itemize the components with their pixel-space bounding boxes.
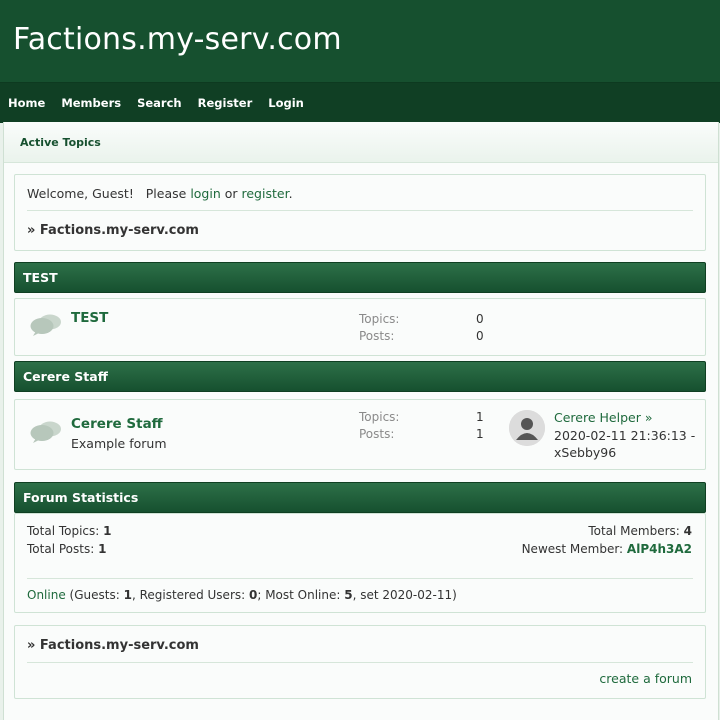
or-text: or	[220, 186, 242, 201]
last-post-arrow-icon[interactable]: »	[645, 410, 653, 425]
online-link[interactable]: Online	[27, 588, 66, 602]
site-title[interactable]: Factions.my-serv.com	[13, 22, 342, 57]
total-topics-label: Total Topics:	[27, 524, 104, 538]
most-online-date: , set 2020-02-11)	[352, 588, 457, 602]
speech-bubbles-icon	[30, 313, 62, 341]
forum-title-test[interactable]: TEST	[71, 310, 108, 326]
forum-title-cerere-staff[interactable]: Cerere Staff	[71, 416, 163, 432]
active-topics-link[interactable]: Active Topics	[20, 136, 101, 149]
total-topics-value: 1	[103, 524, 112, 538]
nav-login[interactable]: Login	[268, 96, 304, 110]
create-forum-link[interactable]: create a forum	[599, 671, 692, 686]
statistics-header: Forum Statistics	[14, 482, 706, 513]
nav-search[interactable]: Search	[137, 96, 182, 110]
newest-member-label: Newest Member:	[521, 542, 627, 556]
speech-bubbles-icon	[30, 420, 62, 448]
nav-register[interactable]: Register	[198, 96, 253, 110]
register-link[interactable]: register	[242, 186, 289, 201]
topics-label: Topics:	[359, 410, 400, 424]
forum-path[interactable]: » Factions.my-serv.com	[27, 223, 199, 238]
breadcrumb: Active Topics	[4, 122, 718, 163]
guests-label: (Guests:	[65, 588, 124, 602]
newest-member: Newest Member: AlP4h3A2	[522, 542, 692, 556]
total-posts-label: Total Posts:	[27, 542, 99, 556]
category-header-test[interactable]: TEST	[14, 262, 706, 293]
welcome-message: Welcome, Guest! Please login or register…	[27, 186, 293, 201]
main-content: Active Topics Welcome, Guest! Please log…	[3, 122, 719, 720]
last-post-title[interactable]: Cerere Helper	[554, 410, 641, 425]
posts-label: Posts:	[359, 329, 395, 343]
total-posts: Total Posts: 1	[27, 542, 106, 556]
category-header-cerere-staff[interactable]: Cerere Staff	[14, 361, 706, 392]
login-link[interactable]: login	[190, 186, 220, 201]
forum-description: Example forum	[71, 436, 167, 451]
total-members-label: Total Members:	[588, 524, 684, 538]
last-post-link[interactable]: Cerere Helper »	[554, 410, 652, 425]
main-nav: Home Members Search Register Login	[0, 82, 720, 123]
most-online-count: 5	[344, 588, 353, 602]
total-topics: Total Topics: 1	[27, 524, 112, 538]
posts-count: 0	[476, 329, 484, 343]
divider	[27, 578, 693, 579]
footer-forum-path[interactable]: » Factions.my-serv.com	[27, 638, 199, 653]
footer-box: » Factions.my-serv.com create a forum	[14, 625, 706, 699]
divider	[27, 662, 693, 663]
default-user-avatar-icon[interactable]	[509, 410, 545, 446]
most-online-label: ; Most Online:	[257, 588, 345, 602]
welcome-text: Welcome, Guest! Please	[27, 186, 191, 201]
topics-label: Topics:	[359, 312, 400, 326]
topics-count: 1	[476, 410, 484, 424]
forum-row-cerere-staff: Cerere Staff Example forum Topics: 1 Pos…	[14, 399, 706, 470]
online-status: Online (Guests: 1, Registered Users: 0; …	[27, 588, 457, 602]
nav-home[interactable]: Home	[8, 96, 45, 110]
welcome-box: Welcome, Guest! Please login or register…	[14, 174, 706, 251]
posts-count: 1	[476, 427, 484, 441]
topics-count: 0	[476, 312, 484, 326]
newest-member-link[interactable]: AlP4h3A2	[627, 542, 692, 556]
total-members: Total Members: 4	[588, 524, 692, 538]
period-text: .	[288, 186, 293, 201]
registered-label: , Registered Users:	[131, 588, 249, 602]
last-post-date: 2020-02-11 21:36:13 -	[554, 428, 696, 443]
guests-count: 1	[123, 588, 132, 602]
divider	[27, 210, 693, 211]
statistics-box: Total Topics: 1 Total Posts: 1 Total Mem…	[14, 513, 706, 613]
forum-row-test: TEST Topics: 0 Posts: 0	[14, 298, 706, 356]
site-header: Factions.my-serv.com	[0, 0, 720, 82]
nav-members[interactable]: Members	[61, 96, 121, 110]
total-members-value: 4	[683, 524, 692, 538]
last-post-user[interactable]: xSebby96	[554, 444, 616, 461]
posts-label: Posts:	[359, 427, 395, 441]
total-posts-value: 1	[98, 542, 107, 556]
